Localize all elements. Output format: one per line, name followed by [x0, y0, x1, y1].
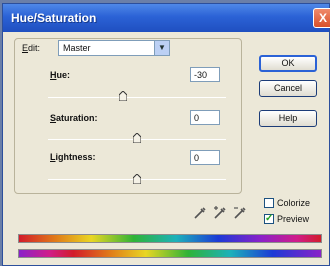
- saturation-input[interactable]: 0: [190, 110, 220, 125]
- colorize-checkbox[interactable]: [264, 198, 274, 208]
- cancel-button[interactable]: Cancel: [259, 80, 317, 97]
- lightness-input[interactable]: 0: [190, 150, 220, 165]
- saturation-label: Saturation:: [50, 113, 98, 123]
- edit-label: Edit:: [22, 43, 41, 53]
- preview-checkbox[interactable]: [264, 213, 274, 224]
- hue-label: Hue:: [50, 70, 70, 80]
- title-bar[interactable]: Hue/Saturation X: [3, 4, 330, 32]
- saturation-slider-thumb[interactable]: [133, 133, 141, 143]
- eyedropper-minus-icon[interactable]: [232, 205, 248, 221]
- preview-label[interactable]: Preview: [277, 214, 309, 224]
- close-button[interactable]: X: [313, 8, 330, 28]
- output-color-spectrum-bar[interactable]: [18, 249, 322, 258]
- hue-slider-thumb[interactable]: [118, 91, 127, 101]
- help-button[interactable]: Help: [259, 110, 317, 127]
- colorize-label[interactable]: Colorize: [277, 198, 310, 208]
- lightness-label: Lightness:: [50, 152, 96, 162]
- dialog-title: Hue/Saturation: [11, 11, 97, 25]
- eyedropper-icon[interactable]: [192, 205, 208, 221]
- ok-button[interactable]: OK: [259, 55, 317, 72]
- eyedropper-plus-icon[interactable]: [212, 205, 228, 221]
- edit-channel-select[interactable]: Master ▼: [58, 40, 170, 56]
- edit-select-value: Master: [63, 43, 91, 53]
- hue-slider-track[interactable]: [48, 97, 226, 98]
- hue-input[interactable]: -30: [190, 67, 220, 82]
- lightness-slider-thumb[interactable]: [133, 174, 141, 184]
- input-color-spectrum-bar: [18, 234, 322, 243]
- chevron-down-icon[interactable]: ▼: [154, 41, 169, 55]
